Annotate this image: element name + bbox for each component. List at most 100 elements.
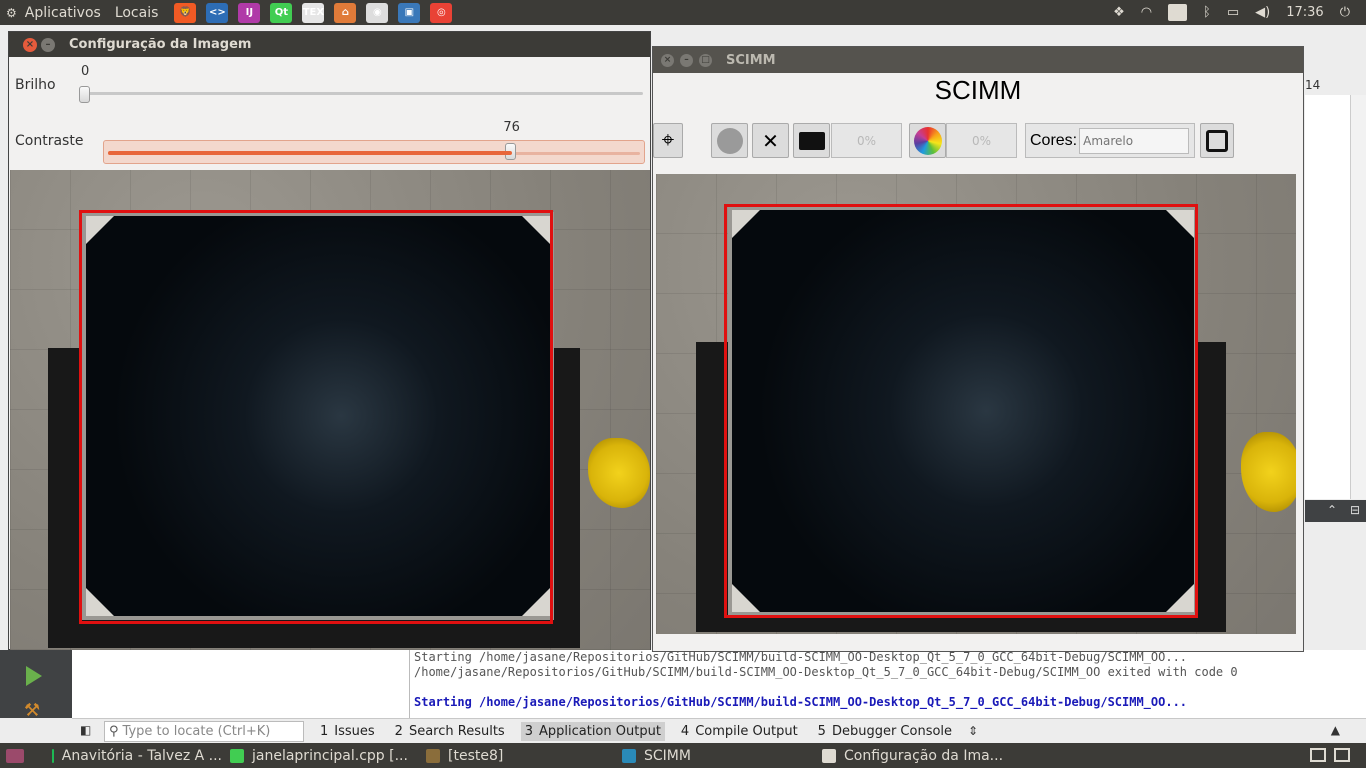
chrome-icon[interactable]: ◎ (430, 2, 453, 23)
maximize-icon[interactable]: □ (699, 53, 712, 67)
detection-box (724, 204, 1198, 618)
build-hammer-icon[interactable]: ⚒ (24, 700, 40, 721)
progress-bar-1: 0% (831, 123, 902, 158)
capture-button[interactable] (711, 123, 748, 158)
film-icon (798, 131, 825, 150)
taskbar-item[interactable]: [teste8] (418, 743, 614, 768)
brightness-label: Brilho (15, 77, 56, 93)
tab-label: Search Results (408, 723, 505, 739)
task-app-icon (52, 748, 54, 763)
locator-input[interactable]: ⚲ Type to locate (Ctrl+K) (104, 720, 304, 742)
task-label: Configuração da Ima... (844, 747, 1004, 764)
tab-number: 3 (524, 723, 533, 739)
output-tab-debugger-console[interactable]: 5 Debugger Console (814, 722, 956, 741)
colors-group: Cores: (1025, 123, 1195, 158)
home-folder-icon[interactable]: ⌂ (334, 2, 357, 23)
contrast-slider-fill (108, 151, 513, 155)
wifi-icon[interactable]: ◠ (1141, 5, 1152, 20)
brightness-slider[interactable] (81, 92, 643, 95)
camera-icon[interactable]: ◉ (366, 2, 389, 23)
projects-panel (72, 650, 410, 718)
virtualbox-icon[interactable]: ▣ (398, 2, 421, 23)
dropbox-icon[interactable]: ❖ (1113, 5, 1125, 20)
toggle-sidebar-icon[interactable]: ◧ (80, 723, 91, 737)
window-title: Configuração da Imagem (69, 37, 252, 52)
locator-placeholder: Type to locate (Ctrl+K) (122, 723, 271, 739)
top-panel: ⚙ Aplicativos Locais 🦁 <> IJ Qt TEX ⌂ ◉ ▣ ◎ ❖ ◠ … (0, 0, 1366, 25)
preview-image (10, 170, 650, 650)
run-debug-icon[interactable] (26, 666, 42, 686)
brightness-slider-handle[interactable] (79, 86, 90, 103)
close-icon[interactable]: × (23, 37, 37, 52)
output-tabs: 1 Issues 2 Search Results 3 Application Outpu… (304, 721, 956, 741)
task-app-icon (622, 748, 636, 763)
color-button[interactable] (909, 123, 946, 158)
taskbar-item[interactable]: Configuração da Ima... (814, 743, 1034, 768)
brightness-value: 0 (81, 64, 90, 79)
keyboard-layout-indicator[interactable]: Pt (1168, 4, 1188, 21)
tab-number: 4 (680, 723, 690, 739)
volume-icon[interactable]: ◀) (1255, 5, 1270, 20)
film-button[interactable] (793, 123, 830, 158)
task-app-icon (822, 748, 836, 763)
apps-menu[interactable]: Aplicativos (25, 5, 101, 21)
battery-icon[interactable]: ▭ (1227, 5, 1239, 20)
editor-area (1305, 95, 1350, 499)
taskbar-item[interactable]: SCIMM (614, 743, 814, 768)
clock[interactable]: 17:36 (1286, 5, 1323, 20)
tab-label: Debugger Console (831, 723, 953, 739)
tab-label: Application Output (538, 723, 661, 739)
contrast-slider[interactable] (103, 140, 645, 164)
updown-arrows-icon[interactable]: ⇕ (968, 724, 978, 738)
tools-button[interactable]: ✕ (752, 123, 789, 158)
output-line: /home/jasane/Repositorios/GitHub/SCIMM/b… (414, 665, 1238, 679)
close-icon[interactable]: × (661, 53, 674, 67)
tab-label: Compile Output (695, 723, 798, 739)
output-line: Starting /home/jasane/Repositorios/GitHu… (414, 695, 1188, 709)
workspace-switcher-icon-2[interactable] (1310, 748, 1326, 762)
tab-number: 2 (394, 723, 403, 739)
camera-view (656, 174, 1296, 634)
system-tray: ❖ ◠ Pt ᛒ ▭ ◀) 17:36 ⏻ (1113, 0, 1366, 25)
tex-icon[interactable]: TEX (302, 2, 325, 23)
chevron-up-icon[interactable]: ⌃ (1327, 503, 1337, 517)
triangle-up-icon[interactable]: ▲ (1331, 723, 1340, 737)
task-label: janelaprincipal.cpp [... (252, 747, 408, 764)
contrast-label: Contraste (15, 133, 84, 149)
output-pane-bar: ◧ ⚲ Type to locate (Ctrl+K) 1 Issues 2 Sear… (72, 718, 1366, 743)
minimize-icon[interactable]: – (680, 53, 693, 67)
crosshair-icon: ⌖ (661, 128, 675, 153)
save-button[interactable] (1200, 123, 1234, 158)
taskbar-item[interactable]: Anavitória - Talvez A ... (44, 743, 222, 768)
task-app-icon (426, 748, 440, 763)
output-tab-compile-output[interactable]: 4 Compile Output (677, 722, 802, 741)
app-heading: SCIMM (934, 75, 1022, 105)
close-pane-icon[interactable]: ⊟ (1350, 503, 1360, 517)
taskbar-item[interactable]: janelaprincipal.cpp [... (222, 743, 418, 768)
show-desktop-icon[interactable] (6, 748, 24, 763)
record-circle-icon (716, 127, 743, 154)
image-config-window: × – Configuração da Imagem Brilho 0 Cont… (8, 31, 651, 650)
intellij-icon[interactable]: IJ (238, 2, 261, 23)
qt-icon[interactable]: Qt (270, 2, 293, 23)
bluetooth-icon[interactable]: ᛒ (1203, 5, 1211, 20)
apps-menu-icon[interactable]: ⚙ (6, 6, 17, 20)
code-icon[interactable]: <> (206, 2, 229, 23)
task-label: SCIMM (644, 747, 691, 764)
save-icon (1206, 129, 1228, 152)
power-icon[interactable]: ⏻ (1340, 5, 1350, 20)
task-list: Anavitória - Talvez A ... janelaprincipal… (44, 743, 1034, 768)
editor-scrollbar[interactable] (1350, 95, 1366, 499)
output-tab-application-output[interactable]: 3 Application Output (520, 721, 665, 741)
minimize-icon[interactable]: – (41, 37, 55, 52)
places-menu[interactable]: Locais (115, 5, 159, 21)
line-number: 14 (1305, 78, 1321, 92)
colors-input[interactable] (1079, 127, 1190, 154)
brave-icon[interactable]: 🦁 (174, 2, 197, 23)
workspace-switcher-icon[interactable] (1334, 748, 1350, 762)
output-tab-search-results[interactable]: 2 Search Results (391, 722, 509, 741)
target-button[interactable]: ⌖ (653, 123, 683, 158)
output-tab-issues[interactable]: 1 Issues (316, 722, 379, 741)
mode-selector: ⚒ (0, 650, 72, 721)
